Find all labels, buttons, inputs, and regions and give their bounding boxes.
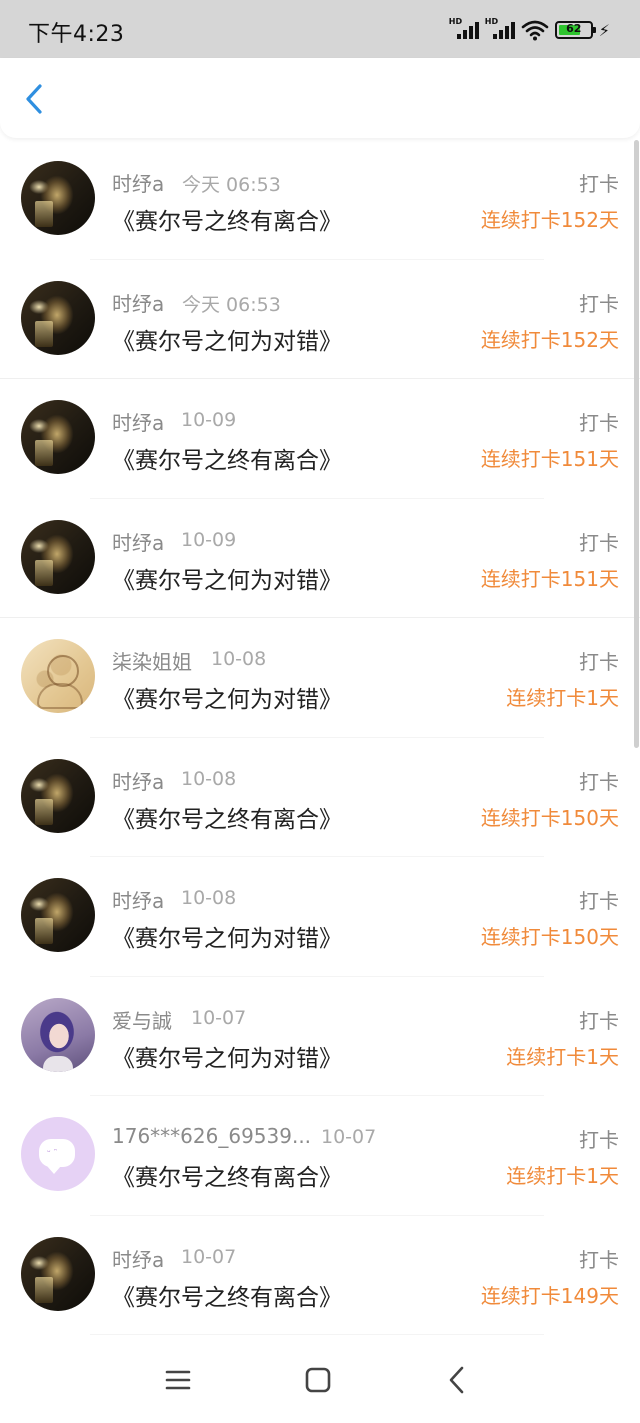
status-bar: 下午4:23 HD HD 62 ⚡ xyxy=(0,0,640,58)
avatar[interactable]: ᵕ ᵔ xyxy=(21,1117,95,1191)
avatar[interactable] xyxy=(21,639,95,713)
streak-text: 连续打卡150天 xyxy=(480,925,619,949)
streak-text: 连续打卡151天 xyxy=(480,566,619,591)
post-time: 10-09 xyxy=(181,409,237,431)
streak-text: 连续打卡152天 xyxy=(480,208,619,232)
book-title: 《赛尔号之终有离合》 xyxy=(112,1165,342,1191)
signal-hd-icon: HD xyxy=(484,17,515,41)
checkin-label: 打卡 xyxy=(579,1247,619,1272)
post-time: 10-07 xyxy=(181,1245,237,1268)
streak-text: 连续打卡1天 xyxy=(506,1044,619,1069)
user-name[interactable]: 时纾a xyxy=(112,766,164,795)
menu-icon[interactable] xyxy=(158,1363,198,1397)
checkin-label: 打卡 xyxy=(579,650,619,674)
streak-text: 连续打卡151天 xyxy=(480,447,619,471)
avatar[interactable] xyxy=(21,161,95,235)
battery-level: 62 xyxy=(566,22,582,35)
checkin-list: 时纾a 今天 06:53 《赛尔号之终有离合》 打卡 连续打卡152天 时纾a … xyxy=(0,140,640,1335)
checkin-label: 打卡 xyxy=(579,530,619,555)
user-name[interactable]: 时纾a xyxy=(112,1244,164,1273)
streak-text: 连续打卡149天 xyxy=(480,1283,619,1308)
user-name[interactable]: 时纾a xyxy=(112,168,164,197)
post-time: 10-09 xyxy=(181,528,237,551)
user-name[interactable]: 时纾a xyxy=(112,407,164,436)
checkin-label: 打卡 xyxy=(579,411,619,435)
chevron-left-icon[interactable] xyxy=(18,82,50,116)
list-item[interactable]: 时纾a 10-08 《赛尔号之终有离合》 打卡 连续打卡150天 xyxy=(0,738,640,858)
charging-bolt-icon: ⚡ xyxy=(598,20,610,40)
checkin-label: 打卡 xyxy=(579,769,619,794)
list-item[interactable]: 时纾a 10-07 《赛尔号之终有离合》 打卡 连续打卡149天 xyxy=(0,1216,640,1336)
user-name[interactable]: 176***626_69539... xyxy=(112,1124,311,1148)
user-name[interactable]: 柒染姐姐 xyxy=(112,646,192,675)
wifi-icon xyxy=(521,20,549,41)
scrollbar[interactable] xyxy=(634,140,639,748)
streak-text: 连续打卡1天 xyxy=(506,1164,619,1188)
user-name[interactable]: 时纾a xyxy=(112,885,164,914)
signal-hd-icon: HD xyxy=(448,17,479,41)
list-item[interactable]: 爱与誠 10-07 《赛尔号之何为对错》 打卡 连续打卡1天 xyxy=(0,977,640,1097)
streak-text: 连续打卡1天 xyxy=(506,686,619,710)
list-item[interactable]: 时纾a 今天 06:53 《赛尔号之终有离合》 打卡 连续打卡152天 xyxy=(0,140,640,260)
user-name[interactable]: 时纾a xyxy=(112,527,164,556)
status-icons: HD HD 62 ⚡ xyxy=(448,17,610,42)
book-title: 《赛尔号之何为对错》 xyxy=(112,1045,342,1072)
avatar[interactable] xyxy=(21,280,95,355)
status-time: 下午4:23 xyxy=(28,22,125,47)
book-title: 《赛尔号之何为对错》 xyxy=(112,567,342,594)
list-item[interactable]: 时纾a 今天 06:53 《赛尔号之何为对错》 打卡 连续打卡152天 xyxy=(0,260,640,380)
post-time: 10-07 xyxy=(191,1006,247,1029)
post-time: 今天 06:53 xyxy=(182,293,281,316)
avatar[interactable] xyxy=(21,878,95,952)
post-time: 10-08 xyxy=(181,887,237,909)
top-app-bar xyxy=(0,58,640,138)
network-hd-label: HD xyxy=(448,17,463,26)
book-title: 《赛尔号之终有离合》 xyxy=(112,806,342,833)
post-time: 10-08 xyxy=(211,648,267,670)
system-nav-bar xyxy=(0,1337,640,1423)
checkin-label: 打卡 xyxy=(579,1128,619,1152)
book-title: 《赛尔号之何为对错》 xyxy=(112,926,342,952)
checkin-label: 打卡 xyxy=(579,1008,619,1033)
book-title: 《赛尔号之何为对错》 xyxy=(112,687,342,713)
network-hd-label: HD xyxy=(484,17,499,26)
post-time: 10-07 xyxy=(321,1126,377,1148)
post-time: 今天 06:53 xyxy=(182,174,281,196)
book-title: 《赛尔号之终有离合》 xyxy=(112,209,342,235)
list-item[interactable]: 时纾a 10-09 《赛尔号之何为对错》 打卡 连续打卡151天 xyxy=(0,499,640,619)
streak-text: 连续打卡150天 xyxy=(480,805,619,830)
user-name[interactable]: 时纾a xyxy=(112,288,164,317)
user-name[interactable]: 爱与誠 xyxy=(112,1005,172,1034)
avatar[interactable] xyxy=(21,997,95,1072)
avatar[interactable] xyxy=(21,1236,95,1311)
avatar[interactable] xyxy=(21,758,95,833)
checkin-label: 打卡 xyxy=(579,889,619,913)
list-item[interactable]: 时纾a 10-09 《赛尔号之终有离合》 打卡 连续打卡151天 xyxy=(0,379,640,499)
post-time: 10-08 xyxy=(181,767,237,790)
checkin-label: 打卡 xyxy=(579,291,619,316)
battery-icon: 62 xyxy=(554,21,596,39)
back-triangle-icon[interactable] xyxy=(437,1363,477,1397)
book-title: 《赛尔号之终有离合》 xyxy=(112,1284,342,1311)
home-square-icon[interactable] xyxy=(298,1363,338,1397)
checkin-label: 打卡 xyxy=(579,172,619,196)
avatar[interactable] xyxy=(21,519,95,594)
list-item[interactable]: 时纾a 10-08 《赛尔号之何为对错》 打卡 连续打卡150天 xyxy=(0,857,640,977)
book-title: 《赛尔号之终有离合》 xyxy=(112,448,342,474)
avatar[interactable] xyxy=(21,400,95,474)
book-title: 《赛尔号之何为对错》 xyxy=(112,328,342,355)
streak-text: 连续打卡152天 xyxy=(480,327,619,352)
list-item[interactable]: 柒染姐姐 10-08 《赛尔号之何为对错》 打卡 连续打卡1天 xyxy=(0,618,640,738)
list-item[interactable]: ᵕ ᵔ 176***626_69539... 10-07 《赛尔号之终有离合》 … xyxy=(0,1096,640,1216)
